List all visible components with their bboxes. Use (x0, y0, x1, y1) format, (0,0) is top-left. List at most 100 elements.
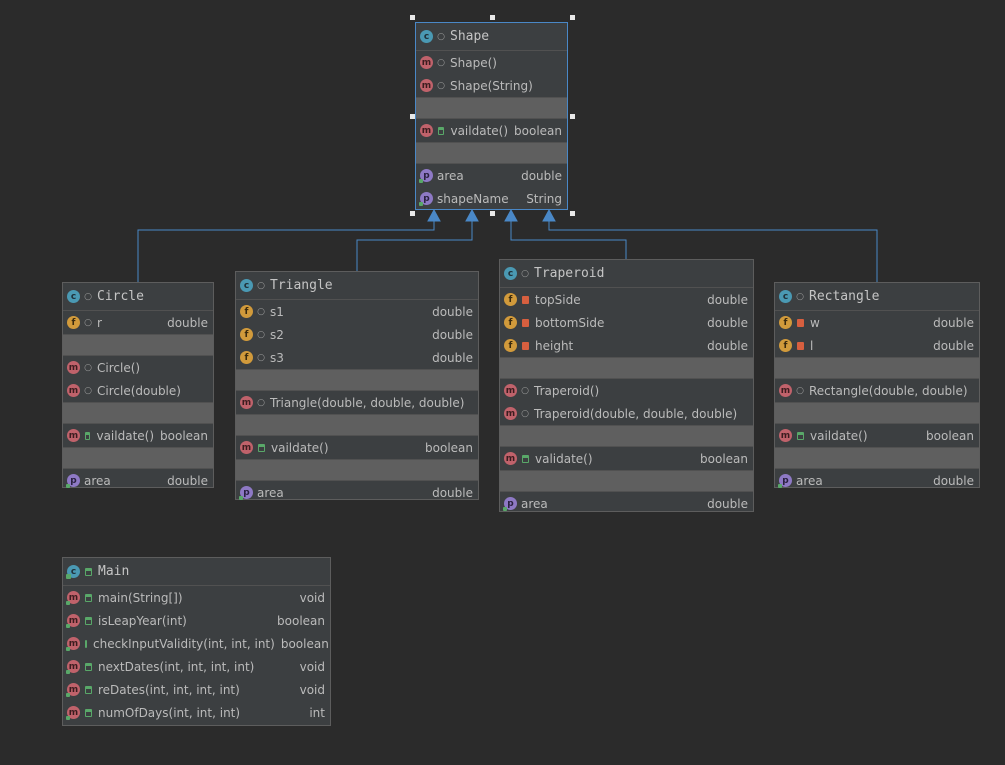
field-row[interactable]: f bottomSide double (500, 311, 753, 334)
selection-handle[interactable] (410, 15, 415, 20)
class-name: Main (98, 564, 130, 579)
method-row[interactable]: m isLeapYear(int) boolean (63, 609, 330, 632)
package-visibility-icon: ○ (257, 280, 265, 291)
private-visibility-icon (522, 341, 529, 350)
methods-section: m validate() boolean (500, 447, 753, 471)
method-row[interactable]: m ○ Shape(String) (416, 74, 567, 97)
method-row[interactable]: m reDates(int, int, int, int) void (63, 678, 330, 701)
field-row[interactable]: f ○ s2 double (236, 323, 478, 346)
method-row[interactable]: m ○ Circle(double) (63, 379, 213, 402)
method-row[interactable]: m ○ Circle() (63, 356, 213, 379)
class-header: c ○ Shape (416, 23, 567, 51)
field-row[interactable]: f l double (775, 334, 979, 357)
method-name: main(String[]) (98, 590, 183, 605)
method-row[interactable]: m validate() boolean (500, 447, 753, 470)
method-icon: m (420, 79, 433, 92)
method-row[interactable]: m ○ Rectangle(double, double) (775, 379, 979, 402)
property-name: area (437, 168, 464, 183)
method-row[interactable]: m vaildate() boolean (775, 424, 979, 447)
method-type: void (299, 659, 325, 674)
method-icon: m (66, 591, 80, 605)
property-type: double (167, 473, 208, 488)
selection-handle[interactable] (570, 114, 575, 119)
selection-handle[interactable] (410, 114, 415, 119)
method-icon: m (67, 361, 80, 374)
class-header: c ○ Triangle (236, 272, 478, 300)
package-visibility-icon: ○ (796, 291, 804, 302)
class-node-circle[interactable]: c ○ Circle f ○ r double m ○ Circle() m ○ Circle(… (62, 282, 214, 488)
method-icon: m (67, 429, 80, 442)
method-type: boolean (280, 636, 329, 651)
field-name: l (810, 338, 814, 353)
package-visibility-icon: ○ (521, 385, 529, 396)
method-row[interactable]: m ○ Traperoid(double, double, double) (500, 402, 753, 425)
method-row[interactable]: m vaildate() boolean (236, 436, 478, 459)
diagram-canvas[interactable]: c ○ Shape m ○ Shape() m ○ Shape(String) m vail… (0, 0, 1005, 765)
public-visibility-icon (85, 567, 92, 576)
field-row[interactable]: f ○ s1 double (236, 300, 478, 323)
selection-handle[interactable] (410, 211, 415, 216)
class-icon: c (779, 290, 792, 303)
field-icon: f (240, 328, 253, 341)
properties-section: p area double (236, 481, 478, 504)
method-row[interactable]: m numOfDays(int, int, int) int (63, 701, 330, 724)
public-visibility-icon (85, 639, 87, 648)
field-row[interactable]: f ○ s3 double (236, 346, 478, 369)
class-node-shape[interactable]: c ○ Shape m ○ Shape() m ○ Shape(String) m vail… (415, 22, 568, 210)
method-name: Traperoid(double, double, double) (534, 406, 738, 421)
package-visibility-icon: ○ (257, 352, 265, 363)
properties-section: p area double (775, 469, 979, 492)
method-type: int (309, 705, 325, 720)
class-name: Traperoid (534, 266, 605, 281)
inheritance-arrowhead (465, 208, 479, 222)
property-icon: p (419, 192, 433, 206)
property-row[interactable]: p area double (775, 469, 979, 492)
method-row[interactable]: m ○ Shape() (416, 51, 567, 74)
class-icon: c (420, 30, 433, 43)
class-node-triangle[interactable]: c ○ Triangle f ○ s1 double f ○ s2 double f ○ s3 dou… (235, 271, 479, 500)
property-type: double (707, 496, 748, 511)
method-name: numOfDays(int, int, int) (98, 705, 241, 720)
method-name: vaildate() (450, 123, 509, 138)
field-row[interactable]: f ○ r double (63, 311, 213, 334)
field-name: r (97, 315, 102, 330)
method-row[interactable]: m main(String[]) void (63, 586, 330, 609)
field-row[interactable]: f height double (500, 334, 753, 357)
method-name: vaildate() (810, 428, 868, 443)
method-type: boolean (277, 613, 325, 628)
method-name: Triangle(double, double, double) (270, 395, 465, 410)
class-icon: c (66, 565, 80, 579)
class-header: c ○ Traperoid (500, 260, 753, 288)
selection-handle[interactable] (570, 15, 575, 20)
method-row[interactable]: m nextDates(int, int, int, int) void (63, 655, 330, 678)
property-row[interactable]: p area double (63, 469, 213, 492)
field-row[interactable]: f w double (775, 311, 979, 334)
method-row[interactable]: m vaildate() boolean (63, 424, 213, 447)
package-visibility-icon: ○ (437, 31, 445, 42)
property-row[interactable]: p area double (236, 481, 478, 504)
property-name: area (257, 485, 284, 500)
method-name: Shape() (450, 55, 497, 70)
method-icon: m (504, 384, 517, 397)
property-row[interactable]: p area double (416, 164, 567, 187)
field-name: height (535, 338, 574, 353)
package-visibility-icon: ○ (84, 317, 92, 328)
selection-handle[interactable] (490, 211, 495, 216)
class-node-rectangle[interactable]: c ○ Rectangle f w double f l double m ○ Rectang… (774, 282, 980, 488)
method-row[interactable]: m vaildate() boolean (416, 119, 567, 142)
class-node-main[interactable]: c Main m main(String[]) void m isLeapYear(in… (62, 557, 331, 726)
method-row[interactable]: m ○ Triangle(double, double, double) (236, 391, 478, 414)
method-name: nextDates(int, int, int, int) (98, 659, 255, 674)
method-row[interactable]: m ○ Traperoid() (500, 379, 753, 402)
property-row[interactable]: p area double (500, 492, 753, 515)
method-row[interactable]: m checkInputValidity(int, int, int) boolea… (63, 632, 330, 655)
class-name: Rectangle (809, 289, 880, 304)
class-node-traperoid[interactable]: c ○ Traperoid f topSide double f bottomSide d… (499, 259, 754, 512)
field-type: double (432, 304, 473, 319)
method-icon: m (66, 660, 80, 674)
field-row[interactable]: f topSide double (500, 288, 753, 311)
selection-handle[interactable] (490, 15, 495, 20)
method-name: Traperoid() (534, 383, 600, 398)
selection-handle[interactable] (570, 211, 575, 216)
property-row[interactable]: p shapeName String (416, 187, 567, 210)
